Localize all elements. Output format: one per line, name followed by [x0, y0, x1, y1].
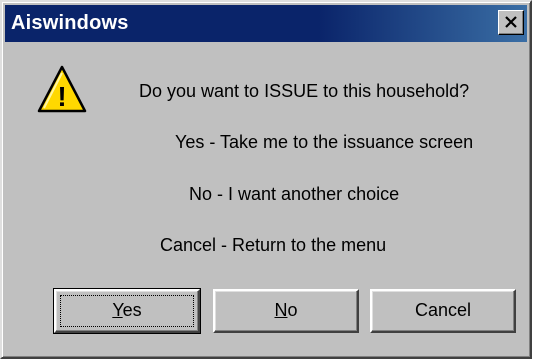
cancel-description: Cancel - Return to the menu [160, 235, 387, 255]
no-button[interactable]: No [213, 289, 359, 333]
question-text: Do you want to ISSUE to this household? [139, 81, 470, 101]
yes-button[interactable]: Yes [53, 288, 201, 334]
message-dialog: Aiswindows ! Do you want to ISSUE to thi… [0, 0, 532, 359]
yes-description: Yes - Take me to the issuance screen [175, 132, 474, 152]
close-button[interactable] [498, 10, 524, 35]
warning-icon: ! [36, 64, 88, 121]
window-title: Aiswindows [11, 12, 129, 34]
no-description: No - I want another choice [189, 184, 400, 204]
warning-glyph: ! [57, 81, 66, 112]
title-bar[interactable]: Aiswindows [5, 5, 527, 42]
close-icon [505, 16, 517, 28]
cancel-button[interactable]: Cancel [370, 289, 516, 333]
